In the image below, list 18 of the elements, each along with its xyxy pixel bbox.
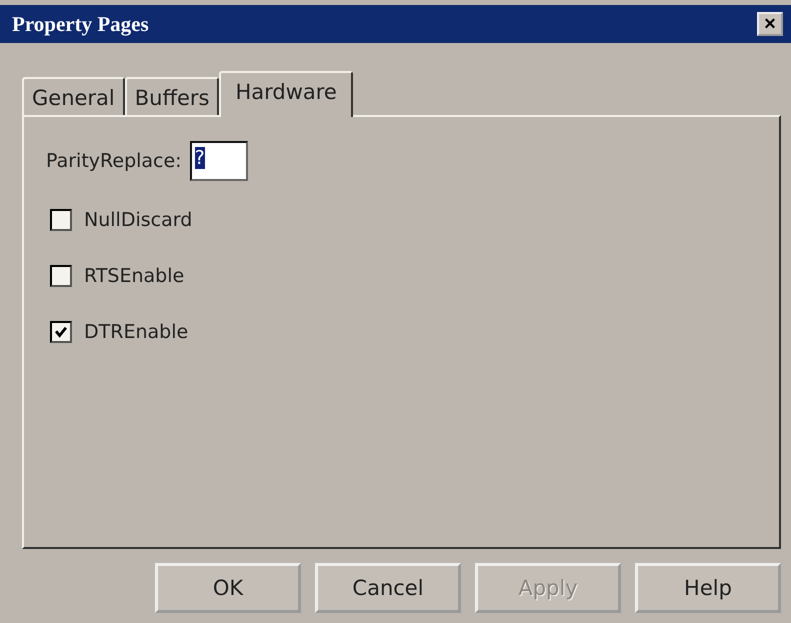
- tab[interactable]: General: [22, 77, 125, 115]
- checkbox[interactable]: [50, 321, 72, 343]
- selected-text: ?: [194, 147, 205, 169]
- checkbox-label: NullDiscard: [84, 209, 192, 231]
- close-button[interactable]: ×: [757, 12, 783, 36]
- checkbox-label: RTSEnable: [84, 265, 184, 287]
- tab[interactable]: Buffers: [124, 77, 220, 115]
- tab[interactable]: Hardware: [219, 71, 353, 117]
- dialog-button[interactable]: OK: [155, 563, 301, 613]
- checkbox[interactable]: [50, 265, 72, 287]
- check-icon: [54, 325, 68, 339]
- checkbox-label: DTREnable: [84, 321, 188, 343]
- field-label: ParityReplace:: [46, 150, 182, 172]
- window-title: Property Pages: [12, 12, 149, 36]
- dialog-button[interactable]: Cancel: [315, 563, 461, 613]
- checkbox[interactable]: [50, 209, 72, 231]
- input-field[interactable]: ?: [190, 141, 248, 181]
- dialog-button[interactable]: Help: [635, 563, 781, 613]
